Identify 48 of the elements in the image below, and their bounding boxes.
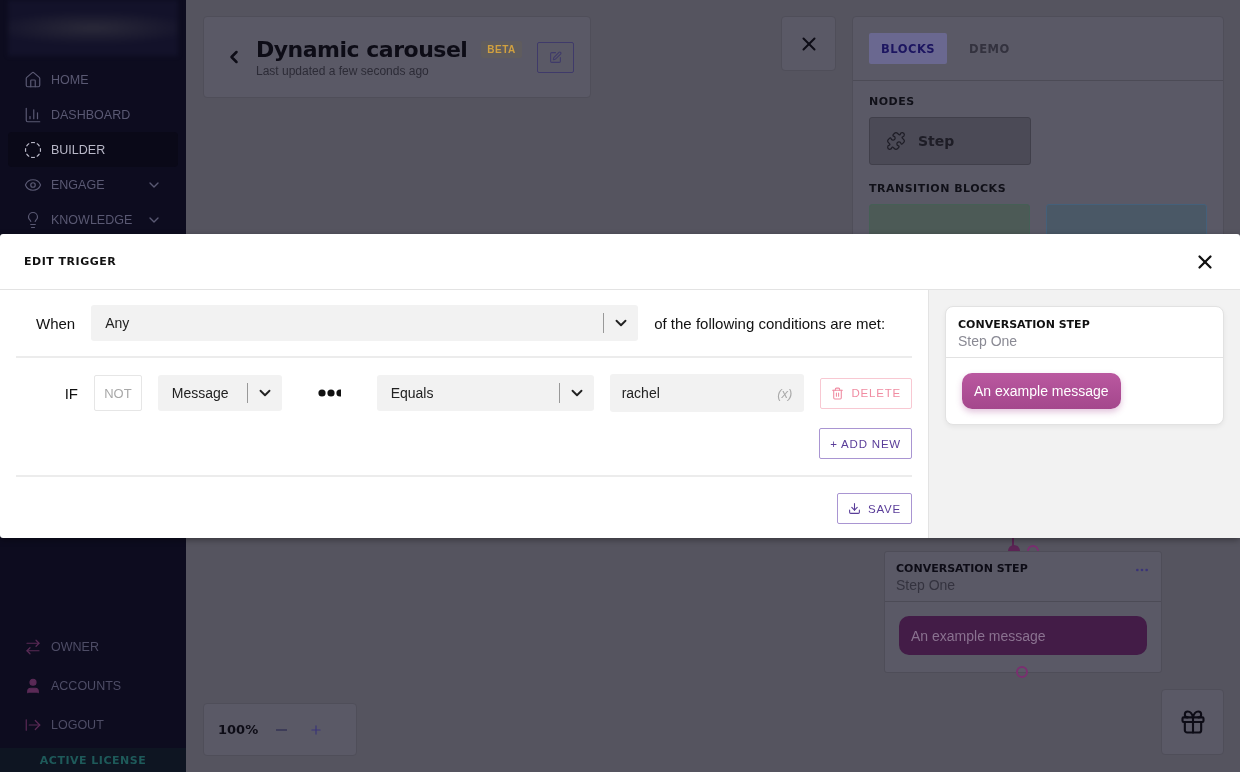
sidebar-item[interactable]: BUILDER <box>8 132 178 167</box>
more-options-icon[interactable] <box>317 389 341 397</box>
not-toggle[interactable]: NOT <box>94 375 142 411</box>
swap-arrows-icon <box>24 637 42 656</box>
sidebar-item[interactable]: HOME <box>8 62 178 97</box>
panel-tab[interactable]: BLOCKS <box>869 33 948 64</box>
pencil-icon <box>549 50 562 64</box>
node-type-label: CONVERSATION STEP <box>958 318 1091 331</box>
sidebar-item[interactable]: OWNER <box>8 627 178 666</box>
dashed-circle-icon <box>24 140 42 159</box>
plus-icon <box>309 722 324 737</box>
bar-chart-icon <box>24 105 42 124</box>
when-label: When <box>36 314 76 332</box>
match-select[interactable]: Any <box>91 305 639 341</box>
section-heading: TRANSITION BLOCKS <box>869 182 1008 195</box>
sidebar-item[interactable]: DASHBOARD <box>8 97 178 132</box>
sidebar-item[interactable]: KNOWLEDGE <box>8 202 178 237</box>
puzzle-icon <box>886 131 906 151</box>
license-status: ACTIVE LICENSE <box>0 748 186 772</box>
home-icon <box>24 70 42 89</box>
conditions-suffix: of the following conditions are met: <box>654 314 886 332</box>
page-title: Dynamic carousel <box>256 36 468 62</box>
value-input[interactable]: rachel (x) <box>609 374 805 412</box>
message-bubble: An example message <box>899 616 1147 655</box>
trash-icon <box>831 386 845 400</box>
delete-button[interactable]: DELETE <box>820 377 912 409</box>
dialog-title: EDIT TRIGGER <box>24 255 117 268</box>
gift-button[interactable] <box>1161 689 1224 755</box>
sidebar-item[interactable]: ENGAGE <box>8 167 178 202</box>
sidebar-item[interactable]: ACCOUNTS <box>8 666 178 705</box>
node-name: Step One <box>958 333 1019 349</box>
node-type-label: CONVERSATION STEP <box>896 562 1028 575</box>
user-icon <box>24 676 42 695</box>
connection-port-icon <box>1016 666 1028 678</box>
section-heading: NODES <box>869 95 916 108</box>
operator-select[interactable]: Equals <box>376 375 594 411</box>
zoom-level: 100% <box>218 722 259 737</box>
add-new-button[interactable]: + ADD NEW <box>819 428 912 459</box>
gift-icon <box>1178 708 1207 736</box>
if-label: IF <box>63 384 78 402</box>
variable-hint[interactable]: (x) <box>777 385 793 401</box>
beta-badge: BETA <box>481 40 522 58</box>
save-icon <box>847 502 861 515</box>
field-select[interactable]: Message <box>157 375 282 411</box>
save-button[interactable]: SAVE <box>836 493 912 524</box>
sidebar-item[interactable]: LOGOUT <box>8 705 178 744</box>
edit-button[interactable] <box>537 41 574 73</box>
message-bubble: An example message <box>962 373 1121 409</box>
